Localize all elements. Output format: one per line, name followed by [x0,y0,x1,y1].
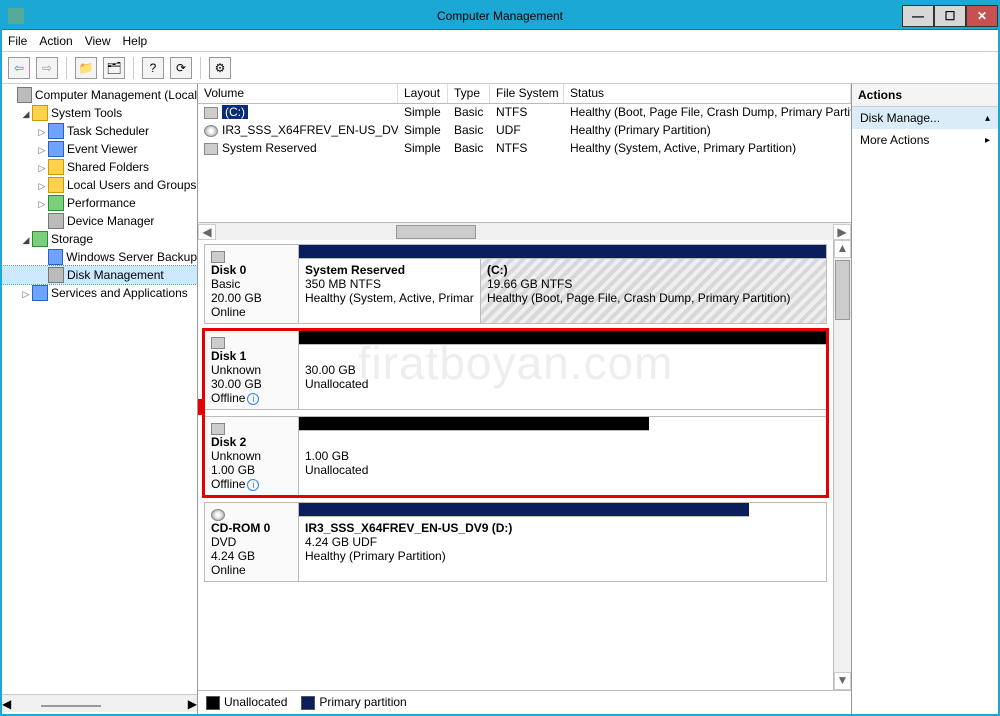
actions-pane: Actions Disk Manage...▴ More Actions▸ [852,84,998,714]
tree-task-scheduler[interactable]: Task Scheduler [2,122,197,140]
close-button[interactable]: ✕ [966,5,998,27]
cdrom-partition[interactable]: IR3_SSS_X64FREV_EN-US_DV9 (D:)4.24 GB UD… [299,517,749,581]
forward-button[interactable] [36,57,58,79]
disk-0-row[interactable]: Disk 0 Basic20.00 GBOnline System Reserv… [204,244,827,324]
disk-2-unallocated[interactable]: 1.00 GBUnallocated [299,431,649,495]
app-icon [8,8,24,24]
back-button[interactable] [8,57,30,79]
tree-shared-folders[interactable]: Shared Folders [2,158,197,176]
toolbar-refresh-icon[interactable]: ⟳ [170,57,192,79]
volume-row-sysres[interactable]: System Reserved Simple Basic NTFS Health… [198,140,851,158]
menu-file[interactable]: File [8,34,27,48]
volume-scrollbar[interactable]: ◀▶ [198,222,851,240]
tree-windows-backup[interactable]: Windows Server Backup [2,248,197,266]
toolbar: 📁 🗂 ? ⟳ ⚙ [2,52,998,84]
col-status[interactable]: Status [564,84,851,103]
disk-0-info: Disk 0 Basic20.00 GBOnline [205,245,299,323]
tree-local-users[interactable]: Local Users and Groups [2,176,197,194]
volume-header-row: Volume Layout Type File System Status [198,84,851,104]
info-icon[interactable]: i [247,393,259,405]
main-panel: Volume Layout Type File System Status (C… [198,84,852,714]
tree-performance[interactable]: Performance [2,194,197,212]
disk-vscrollbar[interactable]: ▲▼ [833,240,851,690]
cdrom-row[interactable]: CD-ROM 0 DVD4.24 GBOnline IR3_SSS_X64FRE… [204,502,827,582]
actions-more[interactable]: More Actions▸ [852,129,998,151]
disk-0-partition-c[interactable]: (C:)19.66 GB NTFSHealthy (Boot, Page Fil… [481,259,826,323]
nav-tree: Computer Management (Local System Tools … [2,84,198,714]
tree-storage[interactable]: Storage [2,230,197,248]
cd-icon [211,509,225,521]
toolbar-settings-icon[interactable]: ⚙ [209,57,231,79]
cdrom-info: CD-ROM 0 DVD4.24 GBOnline [205,503,299,581]
hdd-icon [211,251,225,263]
toolbar-folder-icon[interactable]: 📁 [75,57,97,79]
volume-list: Volume Layout Type File System Status (C… [198,84,851,240]
disk-1-info: Disk 1 Unknown30.00 GB Offlinei [205,331,299,409]
volume-row-d[interactable]: IR3_SSS_X64FREV_EN-US_DV9 (D:) Simple Ba… [198,122,851,140]
caret-up-icon: ▴ [985,113,990,124]
menu-action[interactable]: Action [39,34,72,48]
legend: Unallocated Primary partition [198,690,851,714]
menubar: File Action View Help [2,30,998,52]
actions-header: Actions [852,84,998,107]
tree-event-viewer[interactable]: Event Viewer [2,140,197,158]
toolbar-properties-icon[interactable]: 🗂 [103,57,125,79]
legend-unallocated-swatch [206,696,220,710]
tree-device-manager[interactable]: Device Manager [2,212,197,230]
tree-services[interactable]: Services and Applications [2,284,197,302]
disk-1-unallocated[interactable]: 30.00 GBUnallocated [299,345,826,409]
disk-2-info: Disk 2 Unknown1.00 GB Offlinei [205,417,299,495]
minimize-button[interactable]: — [902,5,934,27]
titlebar[interactable]: Computer Management — ☐ ✕ [2,2,998,30]
col-type[interactable]: Type [448,84,490,103]
caret-right-icon: ▸ [985,135,990,146]
disk-area: firatboyan.com Disk 0 Basic20.00 GBOnlin… [198,240,833,690]
volume-row-c[interactable]: (C:) Simple Basic NTFS Healthy (Boot, Pa… [198,104,851,122]
col-layout[interactable]: Layout [398,84,448,103]
tree-system-tools[interactable]: System Tools [2,104,197,122]
disk-0-partition-sysres[interactable]: System Reserved350 MB NTFSHealthy (Syste… [299,259,481,323]
col-volume[interactable]: Volume [198,84,398,103]
hdd-icon [211,423,225,435]
legend-primary-swatch [301,696,315,710]
maximize-button[interactable]: ☐ [934,5,966,27]
info-icon[interactable]: i [247,479,259,491]
hdd-icon [211,337,225,349]
disk-2-row[interactable]: Disk 2 Unknown1.00 GB Offlinei 1.00 GBUn… [204,416,827,496]
toolbar-help-icon[interactable]: ? [142,57,164,79]
actions-disk-management[interactable]: Disk Manage...▴ [852,107,998,129]
tree-disk-management[interactable]: Disk Management [2,266,197,284]
window-title: Computer Management [2,9,998,23]
col-filesystem[interactable]: File System [490,84,564,103]
content-area: Computer Management (Local System Tools … [2,84,998,714]
menu-view[interactable]: View [85,34,111,48]
computer-management-window: Computer Management — ☐ ✕ File Action Vi… [0,0,1000,716]
tree-root[interactable]: Computer Management (Local [2,86,197,104]
disk-1-row[interactable]: Disk 1 Unknown30.00 GB Offlinei 30.00 GB… [204,330,827,410]
tree-scrollbar[interactable]: ◀▶ [2,694,197,712]
menu-help[interactable]: Help [123,34,148,48]
